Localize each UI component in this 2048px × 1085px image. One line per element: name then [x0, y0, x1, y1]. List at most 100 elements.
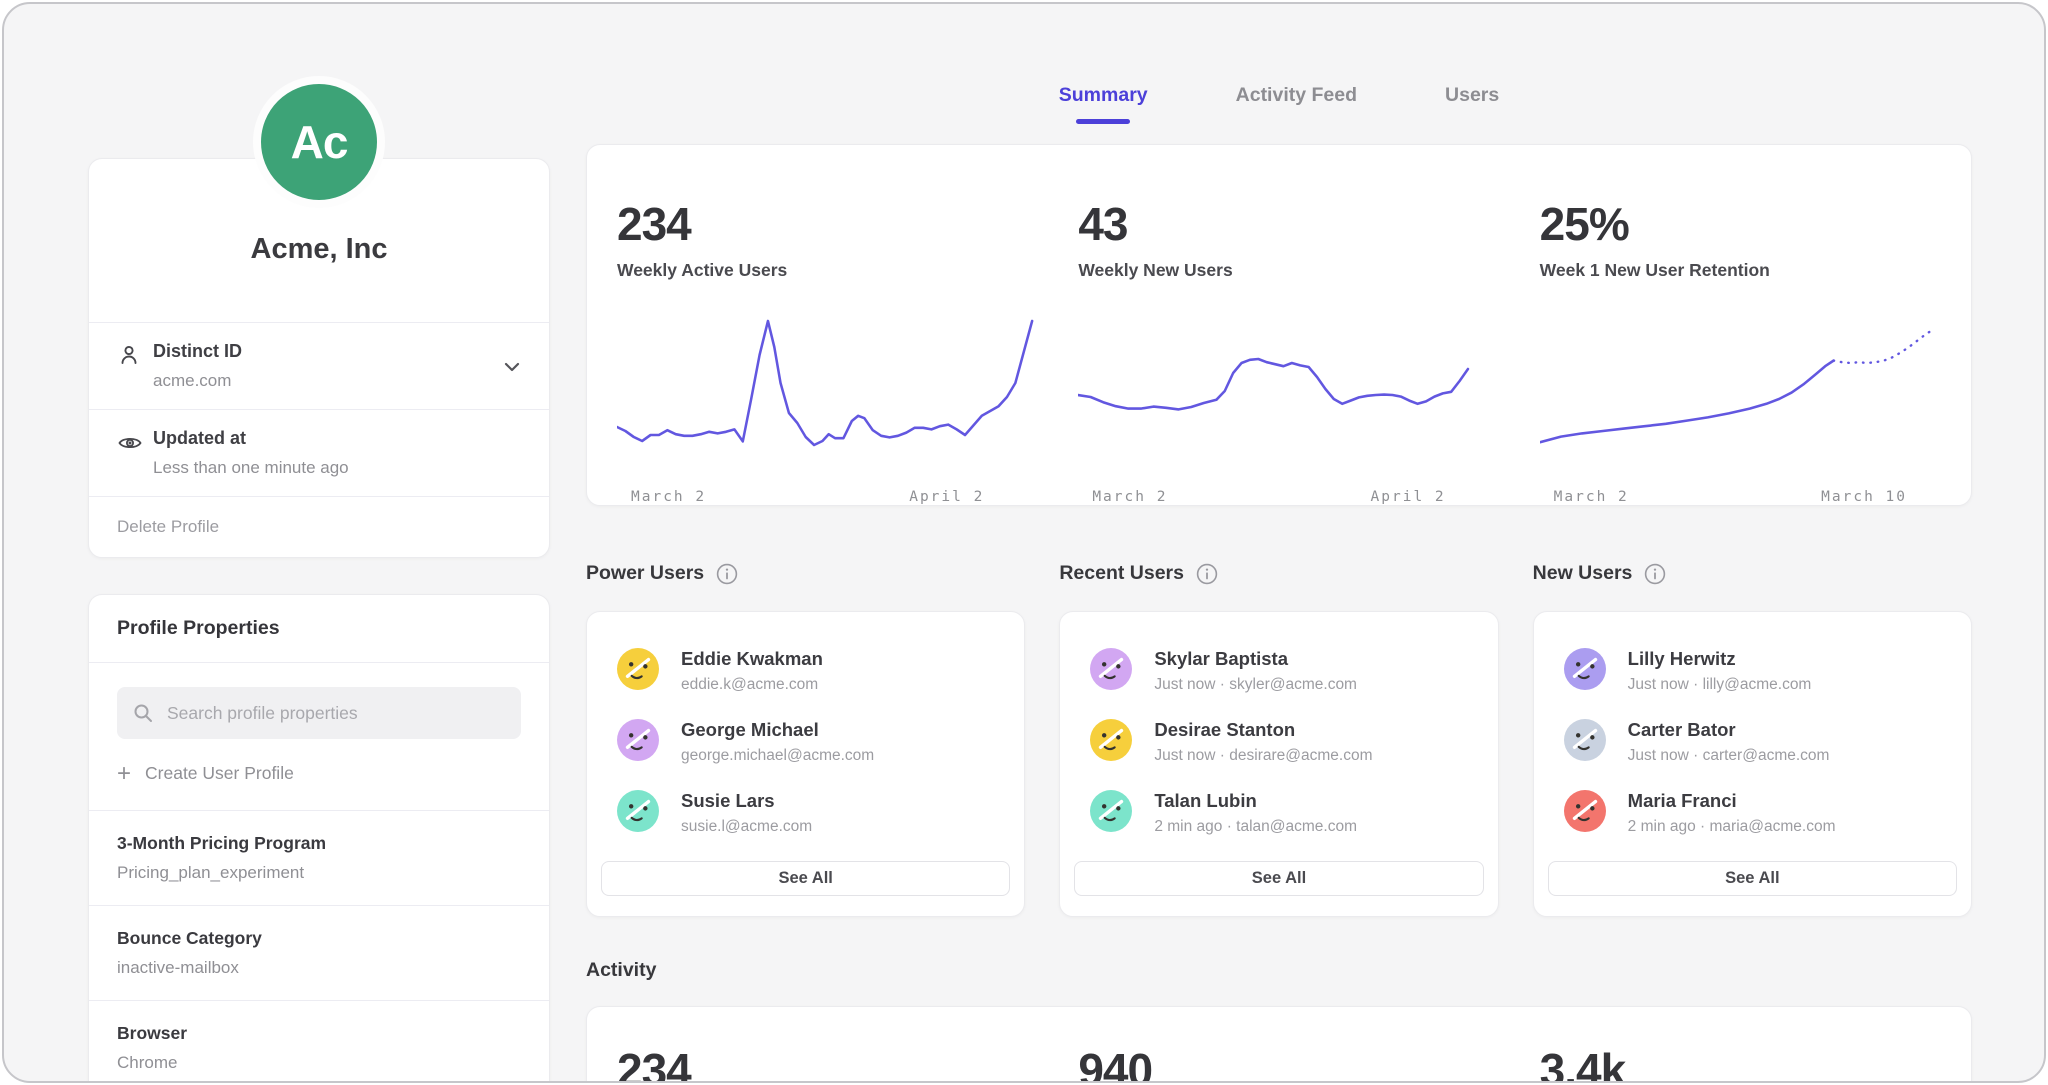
create-user-profile-button[interactable]: + Create User Profile: [117, 763, 521, 784]
user-texts: Eddie Kwakmaneddie.k@acme.com: [681, 648, 823, 694]
stat-value: 234: [617, 201, 1036, 247]
info-icon[interactable]: [716, 563, 738, 585]
info-icon[interactable]: [1644, 563, 1666, 585]
axis-labels: March 2April 2: [617, 489, 1036, 505]
user-name: Susie Lars: [681, 790, 812, 812]
tab-activity-feed[interactable]: Activity Feed: [1236, 84, 1357, 107]
user-row-talan-lubin[interactable]: Talan Lubin 2 min ago · talan@acme.com: [1074, 790, 1483, 836]
search-box[interactable]: [117, 687, 521, 739]
user-texts: Carter Bator Just now · carter@acme.com: [1628, 719, 1830, 765]
user-list-card: Lilly Herwitz Just now · lilly@acme.com Ca…: [1533, 611, 1972, 917]
property-value: Pricing_plan_experiment: [117, 863, 521, 883]
profile-card: Acme, Inc Distinct IDacme.comUpdated atL…: [88, 158, 550, 558]
tab-summary[interactable]: Summary: [1059, 84, 1148, 124]
info-icon[interactable]: [1196, 563, 1218, 585]
axis-label-left: March 2: [1092, 489, 1167, 505]
user-name: Desirae Stanton: [1154, 719, 1372, 741]
stat-weekly-new-users: 43Weekly New UsersMarch 2April 2: [1048, 145, 1509, 505]
user-texts: George Michaelgeorge.michael@acme.com: [681, 719, 874, 765]
user-name: George Michael: [681, 719, 874, 741]
property-name: 3-Month Pricing Program: [117, 833, 521, 854]
search-profile-properties-input[interactable]: [165, 702, 505, 725]
user-detail: eddie.k@acme.com: [681, 676, 823, 694]
property-row-browser: BrowserChrome: [89, 1000, 549, 1083]
user-name: Talan Lubin: [1154, 790, 1357, 812]
summary-card: 234 Weekly Active Users March 2April 2 43 We…: [586, 144, 1972, 506]
user-row-carter-bator[interactable]: Carter Bator Just now · carter@acme.com: [1548, 719, 1957, 765]
eye-icon: [117, 428, 153, 461]
chevron-down-icon[interactable]: [501, 356, 523, 383]
property-row-bounce-category: Bounce Categoryinactive-mailbox: [89, 905, 549, 1000]
field-texts: Updated atLess than one minute ago: [153, 428, 521, 478]
profile-properties-title: Profile Properties: [89, 595, 549, 662]
axis-label-right: March 10: [1821, 489, 1907, 505]
field-label: Updated at: [153, 428, 521, 449]
activity-stat-3: 3.4k: [1510, 1047, 1971, 1083]
tab-label: Users: [1445, 84, 1499, 107]
user-row-desirae-stanton[interactable]: Desirae Stanton Just now · desirare@acme.…: [1074, 719, 1483, 765]
avatar: [617, 790, 659, 832]
stat-value: 43: [1078, 201, 1497, 247]
avatar: [1564, 648, 1606, 690]
activity-title: Activity: [586, 959, 1972, 982]
plus-icon: +: [117, 764, 131, 784]
tab-bar: Summary Activity Feed Users: [586, 84, 1972, 124]
avatar: [1564, 790, 1606, 832]
sparkline-chart: [617, 311, 1036, 471]
activity-stat-value: 234: [617, 1047, 1048, 1083]
user-detail: Just now · desirare@acme.com: [1154, 747, 1372, 765]
axis-label-right: April 2: [1371, 489, 1446, 505]
section-title: New Users: [1533, 562, 1633, 585]
user-detail: susie.l@acme.com: [681, 818, 812, 836]
sidebar: Ac Acme, Inc Distinct IDacme.comUpdated …: [88, 4, 550, 1081]
person-icon: [117, 341, 153, 372]
property-value: inactive-mailbox: [117, 958, 521, 978]
profile-properties-card: Profile Properties + Create User Profile…: [88, 594, 550, 1083]
stat-weekly-active-users: 234 Weekly Active Users March 2April 2: [587, 145, 1048, 505]
user-detail: 2 min ago · talan@acme.com: [1154, 818, 1357, 836]
user-detail: 2 min ago · maria@acme.com: [1628, 818, 1836, 836]
user-row-george-michael[interactable]: George Michaelgeorge.michael@acme.com: [601, 719, 1010, 765]
user-sections: Power UsersEddie Kwakmaneddie.k@acme.com…: [586, 562, 1972, 917]
company-avatar-initials: Ac: [291, 115, 348, 169]
activity-stat-2: 940: [1048, 1047, 1509, 1083]
user-row-maria-franci[interactable]: Maria Franci2 min ago · maria@acme.com: [1548, 790, 1957, 836]
app-window: Ac Acme, Inc Distinct IDacme.comUpdated …: [2, 2, 2046, 1083]
field-texts: Distinct IDacme.com: [153, 341, 521, 391]
axis-labels: March 2 April 2: [1078, 489, 1497, 505]
user-row-eddie-kwakman[interactable]: Eddie Kwakmaneddie.k@acme.com: [601, 648, 1010, 694]
section-title-row: Recent Users: [1059, 562, 1498, 585]
user-detail: Just now · carter@acme.com: [1628, 747, 1830, 765]
stat-label: Weekly Active Users: [617, 260, 1036, 281]
user-row-skylar-baptista[interactable]: Skylar BaptistaJust now · skyler@acme.co…: [1074, 648, 1483, 694]
stat-value: 25%: [1540, 201, 1959, 247]
sparkline-chart: [1540, 311, 1959, 471]
see-all-button[interactable]: See All: [1074, 861, 1483, 896]
see-all-button[interactable]: See All: [601, 861, 1010, 896]
activity-stat-1: 234: [587, 1047, 1048, 1083]
avatar: [617, 648, 659, 690]
tab-users[interactable]: Users: [1445, 84, 1499, 107]
field-row-updated-at: Updated atLess than one minute ago: [89, 409, 549, 496]
user-row-lilly-herwitz[interactable]: Lilly Herwitz Just now · lilly@acme.com: [1548, 648, 1957, 694]
user-list-card: Eddie Kwakmaneddie.k@acme.com George Mich…: [586, 611, 1025, 917]
section-title-row: New Users: [1533, 562, 1972, 585]
see-all-button[interactable]: See All: [1548, 861, 1957, 896]
field-row-distinct-id[interactable]: Distinct IDacme.com: [89, 322, 549, 409]
activity-stat-value: 940: [1078, 1047, 1509, 1083]
tab-label: Activity Feed: [1236, 84, 1357, 107]
field-label: Distinct ID: [153, 341, 521, 362]
delete-profile-button[interactable]: Delete Profile: [89, 496, 549, 557]
axis-label-right: April 2: [909, 489, 984, 505]
user-name: Lilly Herwitz: [1628, 648, 1812, 670]
main-content: Summary Activity Feed Users 234 Weekly Acti…: [586, 4, 1972, 1081]
profile-properties-search-area: [89, 662, 549, 739]
user-detail: Just now · lilly@acme.com: [1628, 676, 1812, 694]
user-name: Carter Bator: [1628, 719, 1830, 741]
user-row-susie-lars[interactable]: Susie Lars susie.l@acme.com: [601, 790, 1010, 836]
user-texts: Maria Franci2 min ago · maria@acme.com: [1628, 790, 1836, 836]
axis-labels: March 2March 10: [1540, 489, 1959, 505]
tab-label: Summary: [1059, 84, 1148, 107]
activity-card: 234 9403.4k: [586, 1006, 1972, 1083]
property-value: Chrome: [117, 1053, 521, 1073]
